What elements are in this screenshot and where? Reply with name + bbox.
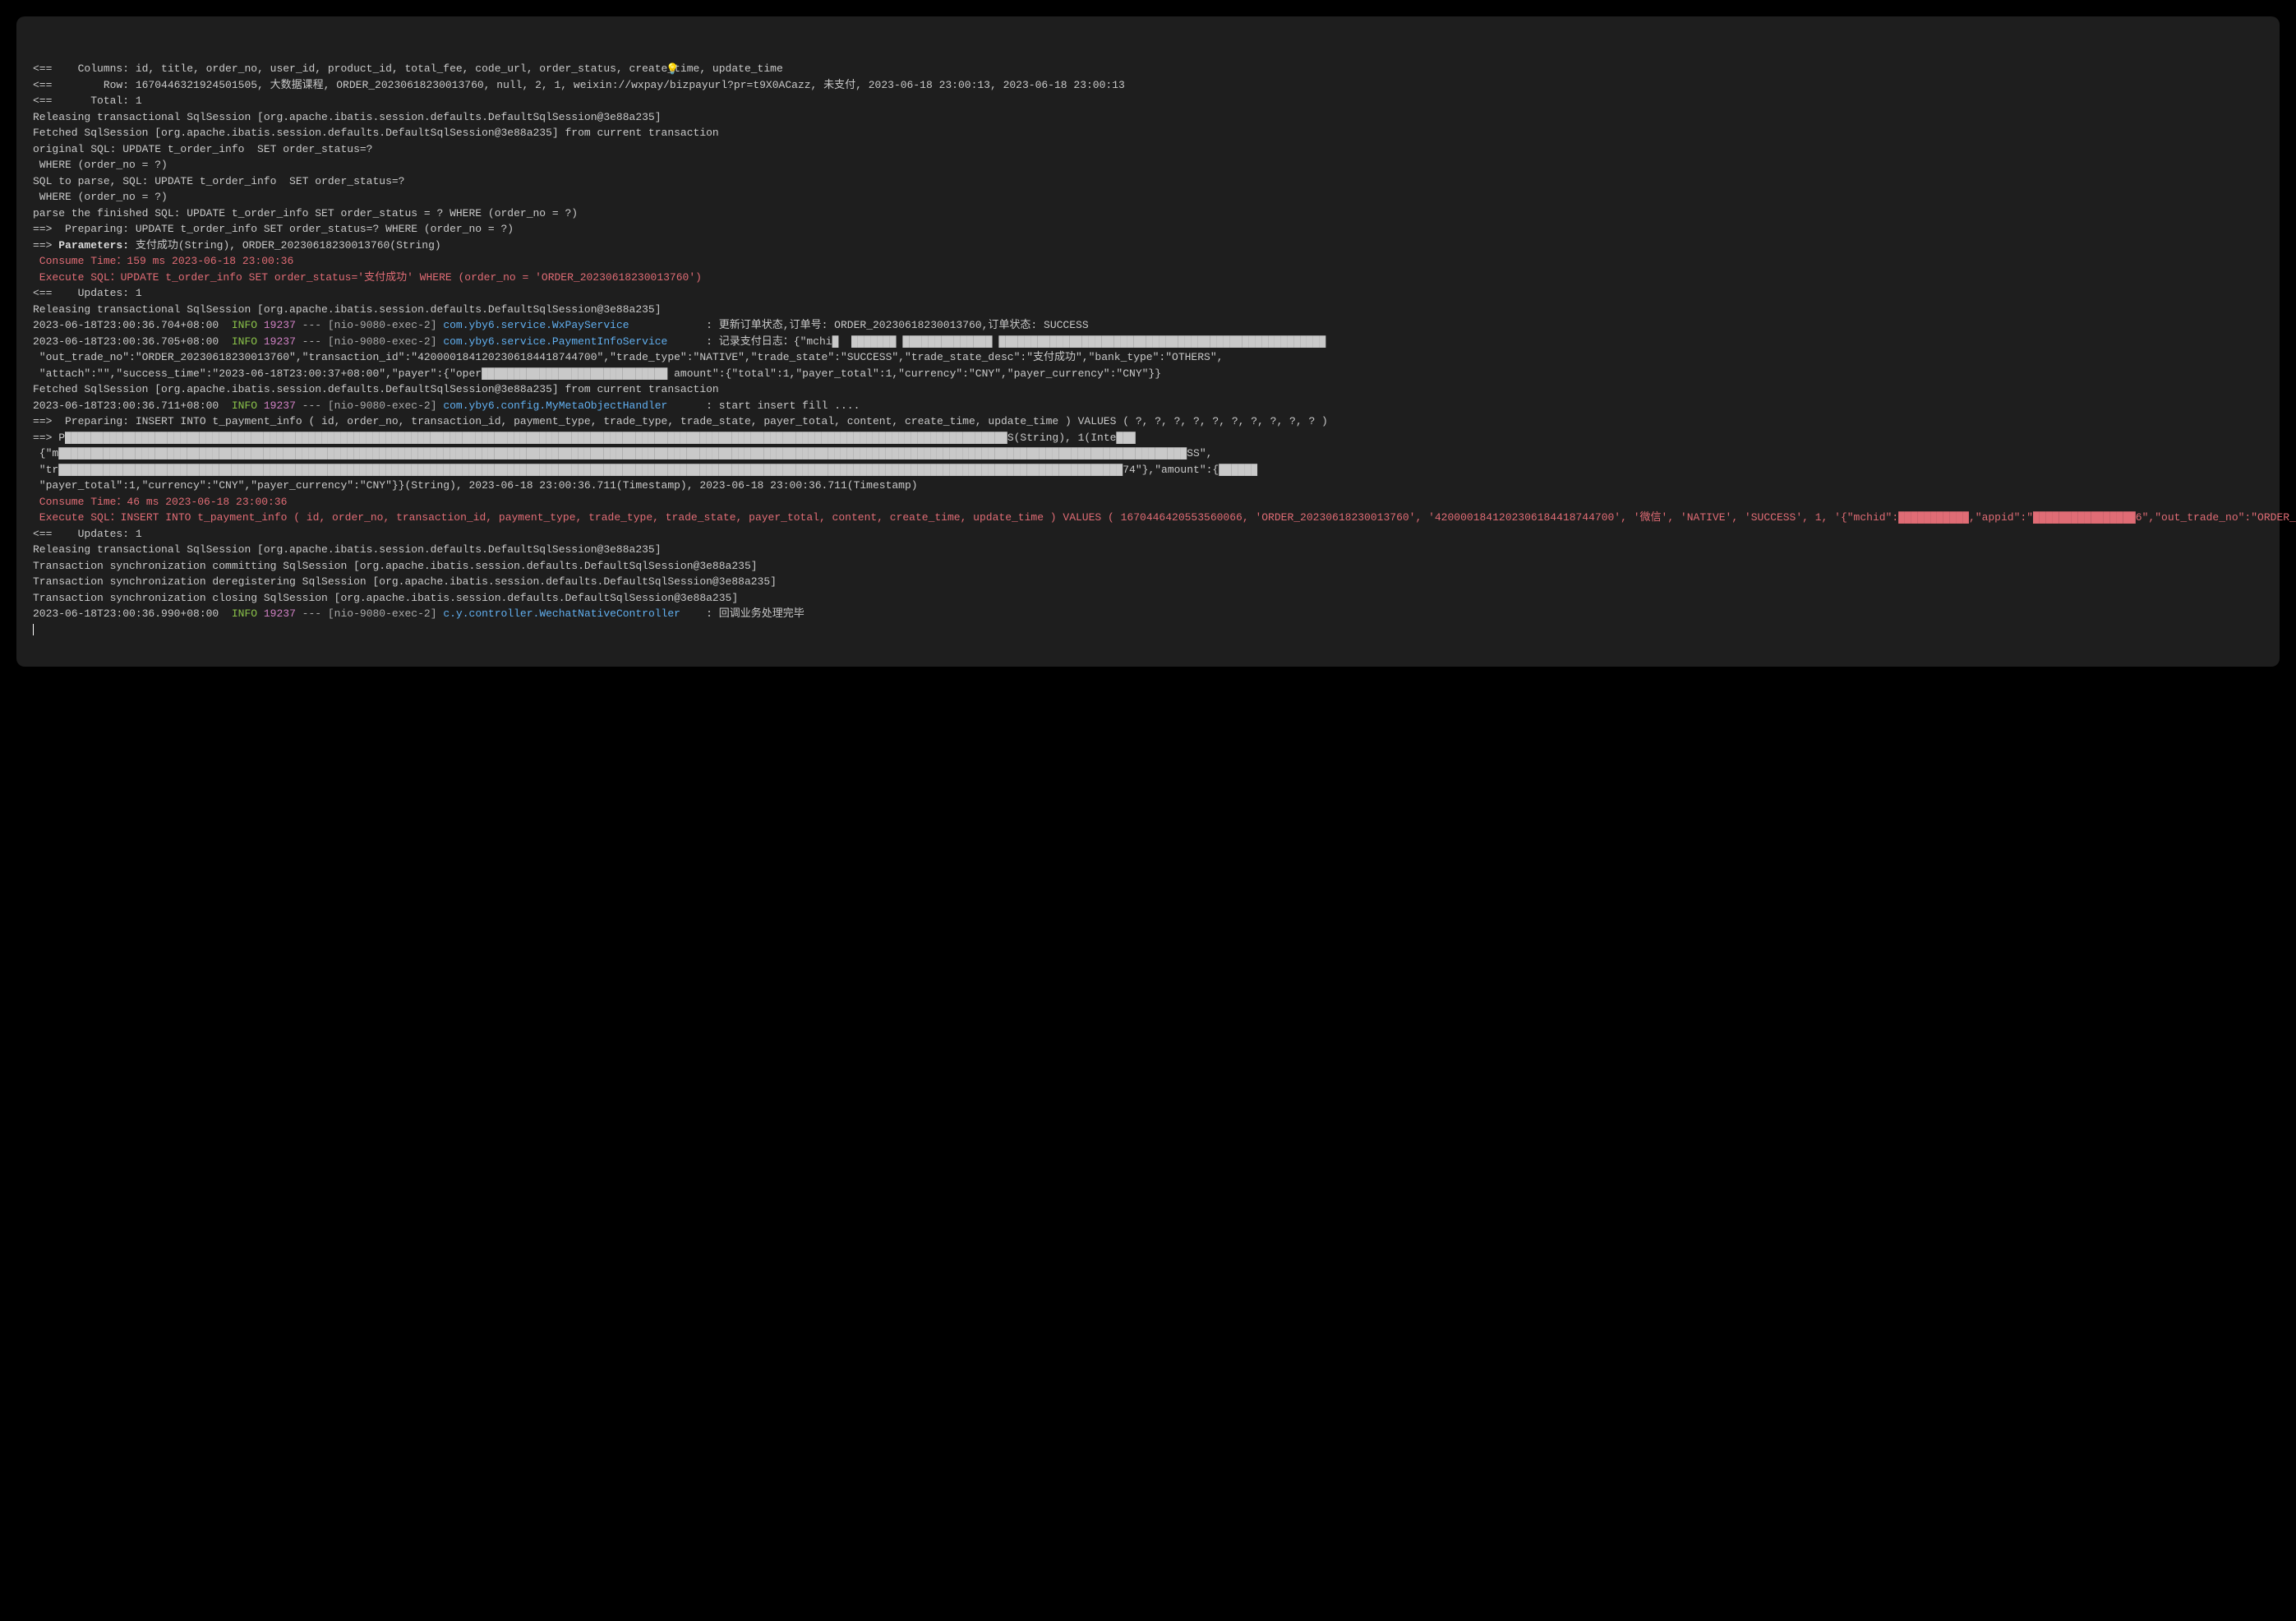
console-output[interactable]: 💡 <== Columns: id, title, order_no, user… xyxy=(16,16,2280,667)
log-line-info: 2023-06-18T23:00:36.990+08:00 INFO 19237… xyxy=(33,606,2263,622)
log-line: Transaction synchronization closing SqlS… xyxy=(33,590,2263,607)
log-line: "attach":"","success_time":"2023-06-18T2… xyxy=(33,366,2263,382)
log-line: Releasing transactional SqlSession [org.… xyxy=(33,109,2263,126)
log-line: ==> P███████████████████████████████████… xyxy=(33,430,2263,446)
log-line: ==> Preparing: UPDATE t_order_info SET o… xyxy=(33,221,2263,238)
log-line-execute: Execute SQL：INSERT INTO t_payment_info (… xyxy=(33,510,2263,526)
log-line: <== Row: 1670446321924501505, 大数据课程, ORD… xyxy=(33,77,2263,94)
log-line: Fetched SqlSession [org.apache.ibatis.se… xyxy=(33,381,2263,398)
log-line-info: 2023-06-18T23:00:36.704+08:00 INFO 19237… xyxy=(33,317,2263,334)
log-line: SQL to parse, SQL: UPDATE t_order_info S… xyxy=(33,173,2263,190)
log-line-consume: Consume Time：159 ms 2023-06-18 23:00:36 xyxy=(33,253,2263,270)
log-line: Transaction synchronization committing S… xyxy=(33,558,2263,575)
log-line: "payer_total":1,"currency":"CNY","payer_… xyxy=(33,478,2263,494)
log-line: <== Total: 1 xyxy=(33,93,2263,109)
log-line: WHERE (order_no = ?) xyxy=(33,157,2263,173)
log-line-info: 2023-06-18T23:00:36.711+08:00 INFO 19237… xyxy=(33,398,2263,414)
log-line: "tr█████████████████████████████████████… xyxy=(33,462,2263,478)
log-line-execute: Execute SQL：UPDATE t_order_info SET orde… xyxy=(33,270,2263,286)
log-line: parse the finished SQL: UPDATE t_order_i… xyxy=(33,206,2263,222)
log-line: Transaction synchronization deregisterin… xyxy=(33,574,2263,590)
log-line-consume: Consume Time：46 ms 2023-06-18 23:00:36 xyxy=(33,494,2263,510)
log-line: ==> Parameters: 支付成功(String), ORDER_2023… xyxy=(33,238,2263,254)
bulb-icon[interactable]: 💡 xyxy=(666,62,679,78)
log-line: "out_trade_no":"ORDER_20230618230013760"… xyxy=(33,349,2263,366)
log-line: <== Updates: 1 xyxy=(33,526,2263,543)
log-line: <== Columns: id, title, order_no, user_i… xyxy=(33,61,2263,77)
log-line: Releasing transactional SqlSession [org.… xyxy=(33,302,2263,318)
text-cursor xyxy=(33,624,34,635)
log-line: <== Updates: 1 xyxy=(33,285,2263,302)
log-output: <== Columns: id, title, order_no, user_i… xyxy=(33,61,2263,638)
log-line-info: 2023-06-18T23:00:36.705+08:00 INFO 19237… xyxy=(33,334,2263,350)
log-line: {"m█████████████████████████████████████… xyxy=(33,446,2263,462)
log-line: ==> Preparing: INSERT INTO t_payment_inf… xyxy=(33,413,2263,430)
log-line: Releasing transactional SqlSession [org.… xyxy=(33,542,2263,558)
log-line: Fetched SqlSession [org.apache.ibatis.se… xyxy=(33,125,2263,141)
log-line: original SQL: UPDATE t_order_info SET or… xyxy=(33,141,2263,158)
log-line: WHERE (order_no = ?) xyxy=(33,189,2263,206)
